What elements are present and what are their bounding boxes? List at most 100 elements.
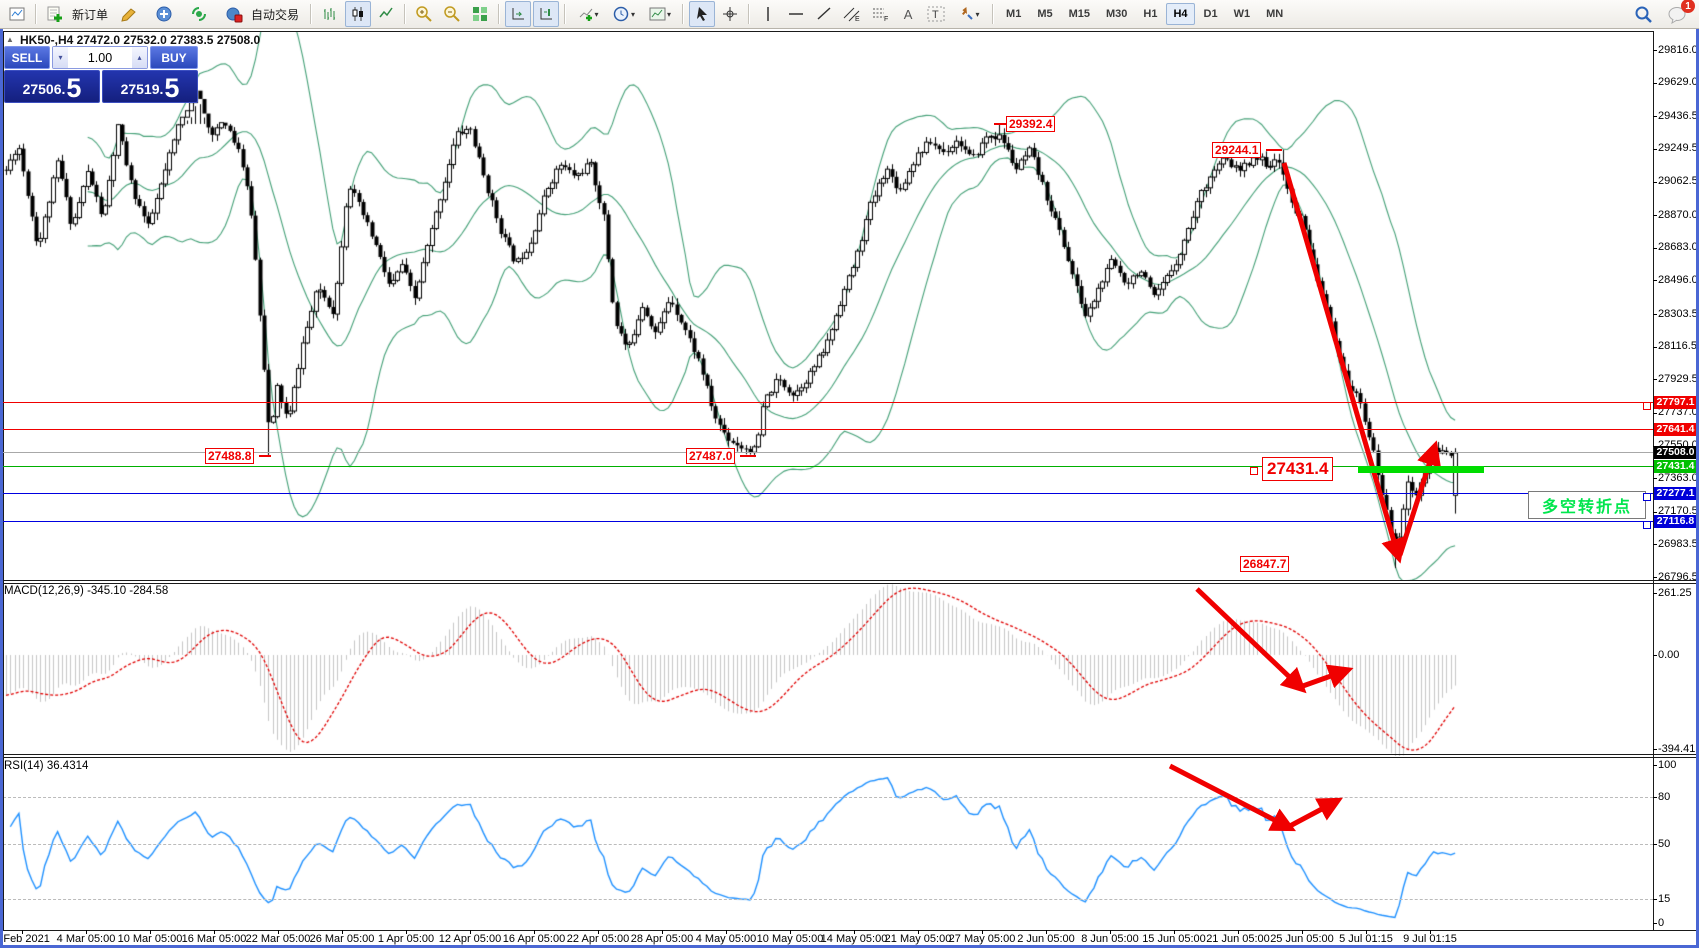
timeframe-m1[interactable]: M1 xyxy=(999,3,1028,25)
text-icon[interactable]: A xyxy=(895,1,921,27)
price-tag[interactable]: 27487.0 xyxy=(686,448,735,464)
chart-window-icon[interactable] xyxy=(4,1,30,27)
timeframe-h1[interactable]: H1 xyxy=(1136,3,1164,25)
fibonacci-icon[interactable]: F xyxy=(867,1,893,27)
chart-template-icon[interactable]: ▾ xyxy=(643,1,677,27)
price-axis-tick xyxy=(1653,149,1657,150)
bars-chart-icon[interactable] xyxy=(317,1,343,27)
tile-windows-icon[interactable] xyxy=(467,1,493,27)
rsi-axis-tick xyxy=(1653,923,1657,924)
crosshair-icon[interactable] xyxy=(717,1,743,27)
horizontal-line-icon[interactable] xyxy=(783,1,809,27)
object-handle[interactable] xyxy=(1643,402,1651,410)
notifications-icon[interactable]: 1 xyxy=(1664,2,1690,28)
object-handle[interactable] xyxy=(1643,493,1651,501)
market-watch-icon[interactable] xyxy=(151,1,177,27)
timeframe-m15[interactable]: M15 xyxy=(1062,3,1097,25)
toolbar-separator xyxy=(310,4,312,24)
date-axis-tick xyxy=(1366,930,1367,934)
rsi-level-line xyxy=(3,844,1653,845)
new-order-icon[interactable] xyxy=(42,1,68,27)
autotrade-icon[interactable] xyxy=(221,1,247,27)
new-order-label[interactable]: 新订单 xyxy=(72,6,108,23)
timeframe-w1[interactable]: W1 xyxy=(1227,3,1258,25)
buy-price-main: 27519. xyxy=(121,77,164,101)
price-axis-label: 29629.0 xyxy=(1658,76,1698,88)
price-tag[interactable]: 29392.4 xyxy=(1006,116,1055,132)
vertical-line-icon[interactable] xyxy=(755,1,781,27)
volume-input[interactable] xyxy=(68,47,132,68)
timeframe-d1[interactable]: D1 xyxy=(1197,3,1225,25)
macd-rsi-separator[interactable] xyxy=(3,757,1696,758)
autotrade-label[interactable]: 自动交易 xyxy=(251,6,299,23)
main-chart-canvas[interactable] xyxy=(0,31,1653,581)
timeframe-m30[interactable]: M30 xyxy=(1099,3,1134,25)
timeframe-mn[interactable]: MN xyxy=(1259,3,1290,25)
candlestick-chart-icon[interactable] xyxy=(345,1,371,27)
price-axis-tick xyxy=(1653,379,1657,380)
clock-icon[interactable]: ▾ xyxy=(607,1,641,27)
main-macd-separator[interactable] xyxy=(3,583,1696,584)
level-line[interactable] xyxy=(3,493,1653,494)
timeframe-m5[interactable]: M5 xyxy=(1030,3,1059,25)
search-icon[interactable] xyxy=(1631,2,1657,28)
date-axis-label: 22 Apr 05:00 xyxy=(567,933,629,945)
macd-canvas[interactable] xyxy=(0,583,1653,756)
rsi-axis-tick xyxy=(1653,765,1657,766)
level-line[interactable] xyxy=(3,521,1653,522)
price-tag[interactable]: 27488.8 xyxy=(205,448,254,464)
palette-icon[interactable] xyxy=(116,1,142,27)
price-axis-tick xyxy=(1653,544,1657,545)
date-axis-label: 4 Mar 05:00 xyxy=(57,933,116,945)
zoom-in-icon[interactable] xyxy=(411,1,437,27)
date-axis-tick xyxy=(726,930,727,934)
volume-stepper: ▾ ▴ xyxy=(52,46,148,69)
chevron-down-icon: ▾ xyxy=(631,10,635,19)
object-handle[interactable] xyxy=(1643,521,1651,529)
level-price-badge: 27797.1 xyxy=(1654,396,1697,409)
chart-shift-icon[interactable] xyxy=(533,1,559,27)
rsi-axis-label: 100 xyxy=(1658,759,1676,771)
arrows-icon[interactable]: ▾ xyxy=(951,1,987,27)
object-handle[interactable] xyxy=(1250,467,1258,475)
text-label-icon[interactable]: T xyxy=(923,1,949,27)
line-chart-icon[interactable] xyxy=(373,1,399,27)
price-axis-label: 26983.5 xyxy=(1658,538,1698,550)
volume-down-button[interactable]: ▾ xyxy=(53,47,68,68)
date-axis-tick xyxy=(214,930,215,934)
cursor-icon[interactable] xyxy=(689,1,715,27)
sell-button[interactable]: SELL xyxy=(4,46,50,69)
date-axis-label: 9 Jul 01:15 xyxy=(1403,933,1457,945)
level-line[interactable] xyxy=(3,429,1653,430)
main-macd-separator[interactable] xyxy=(3,580,1696,581)
sell-price[interactable]: 27506. 5 xyxy=(4,70,100,103)
price-axis-label: 27363.0 xyxy=(1658,472,1698,484)
date-axis-tick xyxy=(1110,930,1111,934)
date-axis-tick xyxy=(790,930,791,934)
buy-button[interactable]: BUY xyxy=(150,46,198,69)
date-axis-tick xyxy=(406,930,407,934)
macd-axis-tick xyxy=(1653,655,1657,656)
price-axis-tick xyxy=(1653,577,1657,578)
auto-scroll-icon[interactable] xyxy=(505,1,531,27)
level-line[interactable] xyxy=(3,402,1653,403)
date-axis-tick xyxy=(150,930,151,934)
indicators-icon[interactable]: ▾ xyxy=(571,1,605,27)
trendline-icon[interactable] xyxy=(811,1,837,27)
note-box[interactable]: 多空转折点 xyxy=(1528,491,1646,519)
signal-icon[interactable] xyxy=(186,1,212,27)
support-highlight-bar[interactable] xyxy=(1358,466,1484,473)
price-tag[interactable]: 27431.4 xyxy=(1262,457,1333,481)
date-axis-tick xyxy=(1238,930,1239,934)
svg-text:F: F xyxy=(884,16,888,22)
buy-price[interactable]: 27519. 5 xyxy=(102,70,198,103)
price-tag[interactable]: 29244.1 xyxy=(1212,142,1261,158)
timeframe-h4[interactable]: H4 xyxy=(1166,3,1194,25)
volume-up-button[interactable]: ▴ xyxy=(132,47,147,68)
zoom-out-icon[interactable] xyxy=(439,1,465,27)
price-tag[interactable]: 26847.7 xyxy=(1240,556,1289,572)
svg-text:E: E xyxy=(855,16,860,22)
equidistant-channel-icon[interactable]: E xyxy=(839,1,865,27)
macd-rsi-separator[interactable] xyxy=(3,754,1696,755)
chart-border-top xyxy=(3,31,1653,32)
